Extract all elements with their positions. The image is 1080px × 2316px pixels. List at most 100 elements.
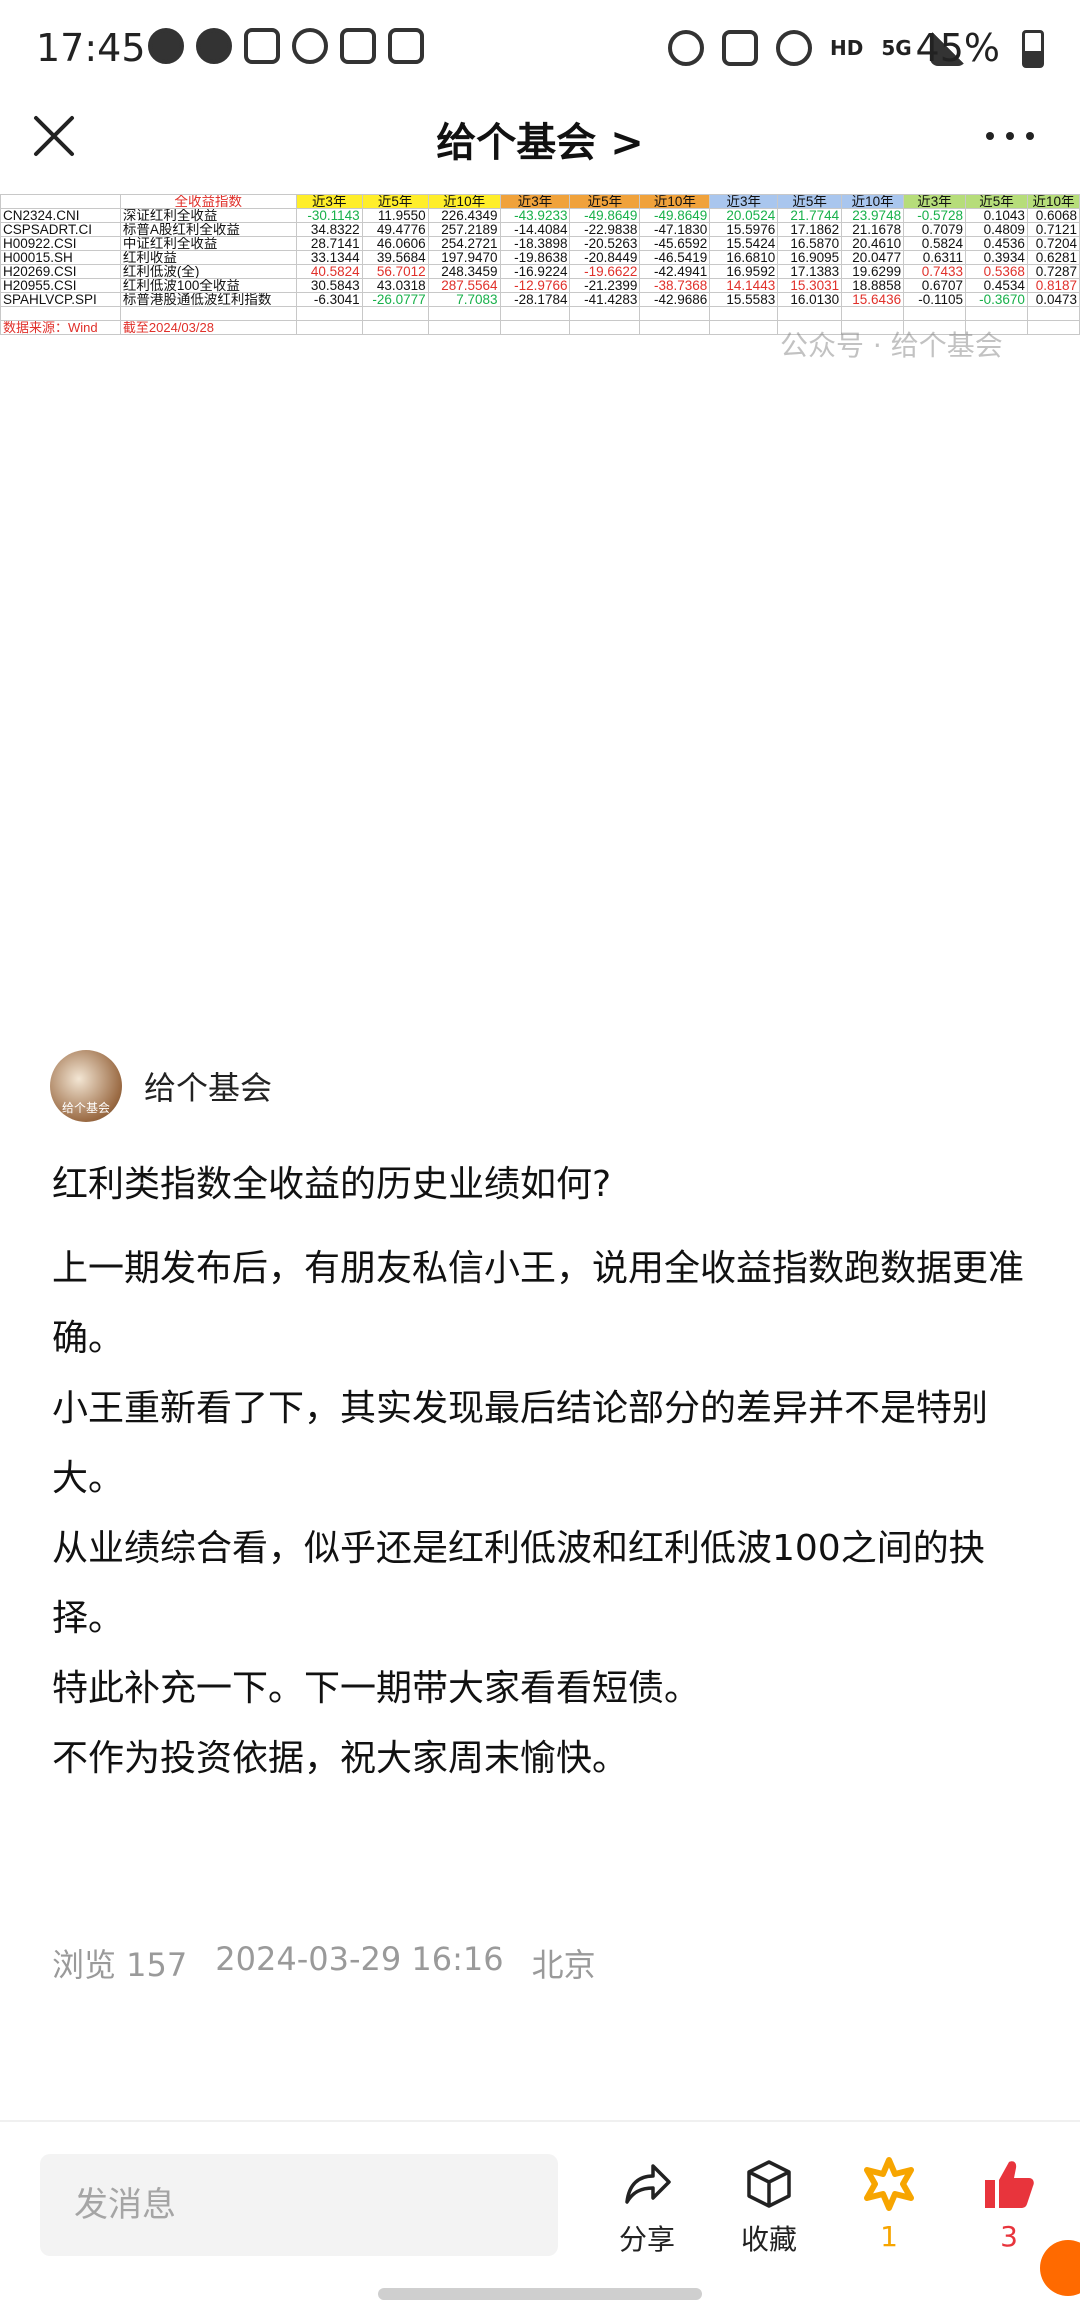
post-image-table[interactable]: 全收益指数 近3年 近5年 近10年 近3年 近5年 近10年 近3年 近5年 近10年 近3年 近5…: [0, 194, 1080, 384]
table-cell: [965, 306, 1028, 321]
table-header-cell: 近3年: [499, 194, 571, 209]
author-name[interactable]: 给个基会: [144, 1063, 272, 1109]
image-icon: [388, 28, 424, 64]
table-cell-value: 43.0318: [361, 278, 429, 293]
table-header-cell: 近5年: [965, 194, 1028, 209]
like-button[interactable]: 3: [954, 2156, 1064, 2253]
notification-icons: [148, 28, 424, 64]
table-cell-value: 20.0524: [709, 208, 779, 223]
table-header-cell: 近5年: [777, 194, 843, 209]
table-header-cell: 近3年: [709, 194, 779, 209]
hd-indicator: HD: [830, 36, 864, 60]
star-icon: [864, 2157, 914, 2211]
reward-button[interactable]: 1: [834, 2156, 944, 2253]
table-cell: [295, 320, 363, 335]
table-cell-value: 0.4536: [965, 236, 1028, 251]
avatar[interactable]: 给个基会: [50, 1050, 122, 1122]
table-cell-value: 287.5564: [427, 278, 501, 293]
table-header-cell: 近10年: [427, 194, 501, 209]
table-cell-value: -0.3670: [965, 292, 1028, 307]
post-meta: 浏览 157 2024-03-29 16:16 北京: [52, 1940, 596, 1986]
table-cell-value: -30.1143: [295, 208, 363, 223]
source-text: 数据来源：Wind: [0, 320, 121, 335]
message-input[interactable]: 发消息: [40, 2154, 558, 2256]
reward-count: 1: [880, 2220, 898, 2253]
table-cell-value: 0.6068: [1026, 208, 1080, 223]
table-cell: [569, 306, 641, 321]
table-cell-value: 257.2189: [427, 222, 501, 237]
table-cell-value: -16.9224: [499, 264, 571, 279]
table-row: CN2324.CNI 深证红利全收益 -30.1143 11.9550 226.4349…: [0, 208, 1080, 223]
table-cell-value: 40.5824: [295, 264, 363, 279]
author-row[interactable]: 给个基会 给个基会: [50, 1050, 272, 1122]
table-cell-value: 248.3459: [427, 264, 501, 279]
table-cell-value: 15.3031: [777, 278, 843, 293]
table-cell-name: 红利低波(全): [119, 264, 297, 279]
table-cell-value: 16.9592: [709, 264, 779, 279]
share-button[interactable]: 分享: [592, 2156, 702, 2258]
table-cell-code: H20269.CSI: [0, 264, 121, 279]
table-cell-value: 28.7141: [295, 236, 363, 251]
table-cell-value: -41.4283: [569, 292, 641, 307]
table-cell-code: H20955.CSI: [0, 278, 121, 293]
table-cell-value: 0.5368: [965, 264, 1028, 279]
table-cell-value: -21.2399: [569, 278, 641, 293]
table-cell-value: 20.0477: [841, 250, 905, 265]
net-generation: 5G: [881, 36, 912, 60]
message-bubble-icon: [148, 28, 184, 64]
table-cell-value: 21.1678: [841, 222, 905, 237]
box-icon: [747, 2160, 791, 2208]
home-indicator[interactable]: [378, 2288, 702, 2300]
table-cell: [841, 306, 905, 321]
table-cell-value: 23.9748: [841, 208, 905, 223]
table-cell-name: 标普港股通低波红利指数: [119, 292, 297, 307]
table-cell-value: 0.7121: [1026, 222, 1080, 237]
returns-table: 全收益指数 近3年 近5年 近10年 近3年 近5年 近10年 近3年 近5年 近10年 近3年 近5…: [0, 194, 1080, 335]
table-cell-value: 15.5976: [709, 222, 779, 237]
table-cell-value: -19.6622: [569, 264, 641, 279]
collect-button[interactable]: 收藏: [714, 2156, 824, 2258]
post-location: 北京: [531, 1946, 596, 1984]
table-cell: [361, 320, 429, 335]
battery-icon: [1022, 30, 1044, 68]
table-cell-value: 0.7287: [1026, 264, 1080, 279]
table-cell-value: 197.9470: [427, 250, 501, 265]
table-cell-value: 15.5583: [709, 292, 779, 307]
table-cell-value: 49.4776: [361, 222, 429, 237]
table-cell-value: 17.1862: [777, 222, 843, 237]
table-row: H00922.CSI 中证红利全收益 28.7141 46.0606 254.2721-…: [0, 236, 1080, 251]
table-header-cell: 近10年: [1026, 194, 1080, 209]
bottom-action-bar: 发消息 分享 收藏 1 3: [0, 2120, 1080, 2316]
post-title: 红利类指数全收益的历史业绩如何?: [52, 1164, 612, 1205]
table-cell: [361, 306, 429, 321]
alarm-icon: [668, 30, 704, 66]
table-cell-value: 0.5824: [903, 236, 967, 251]
table-header-cell: 近5年: [361, 194, 429, 209]
table-cell-value: 18.8858: [841, 278, 905, 293]
date-text: 截至2024/03/28: [119, 320, 297, 335]
table-cell-value: 0.4809: [965, 222, 1028, 237]
thumbs-up-icon: [985, 2161, 1034, 2208]
table-cell-value: 16.9095: [777, 250, 843, 265]
account-title-link[interactable]: 给个基会 >: [0, 110, 1080, 168]
table-cell: [119, 306, 297, 321]
table-cell-value: 16.6810: [709, 250, 779, 265]
table-cell-value: 56.7012: [361, 264, 429, 279]
table-cell: [499, 306, 571, 321]
table-cell-code: CN2324.CNI: [0, 208, 121, 223]
table-row: CSPSADRT.CI 标普A股红利全收益 34.8322 49.4776 257.21…: [0, 222, 1080, 237]
table-blank-row: [0, 306, 1080, 321]
table-cell-code: CSPSADRT.CI: [0, 222, 121, 237]
table-cell-value: 14.1443: [709, 278, 779, 293]
table-cell-value: -42.9686: [639, 292, 711, 307]
table-cell-value: -49.8649: [639, 208, 711, 223]
post-paragraph: 小王重新看了下，其实发现最后结论部分的差异并不是特别大。: [52, 1388, 989, 1499]
table-cell-value: 21.7744: [777, 208, 843, 223]
table-cell-value: -49.8649: [569, 208, 641, 223]
view-count: 浏览 157: [52, 1946, 188, 1984]
table-cell: [295, 306, 363, 321]
table-cell-value: 226.4349: [427, 208, 501, 223]
table-cell-code: H00015.SH: [0, 250, 121, 265]
more-icon[interactable]: [982, 116, 1038, 156]
table-cell-value: -26.0777: [361, 292, 429, 307]
